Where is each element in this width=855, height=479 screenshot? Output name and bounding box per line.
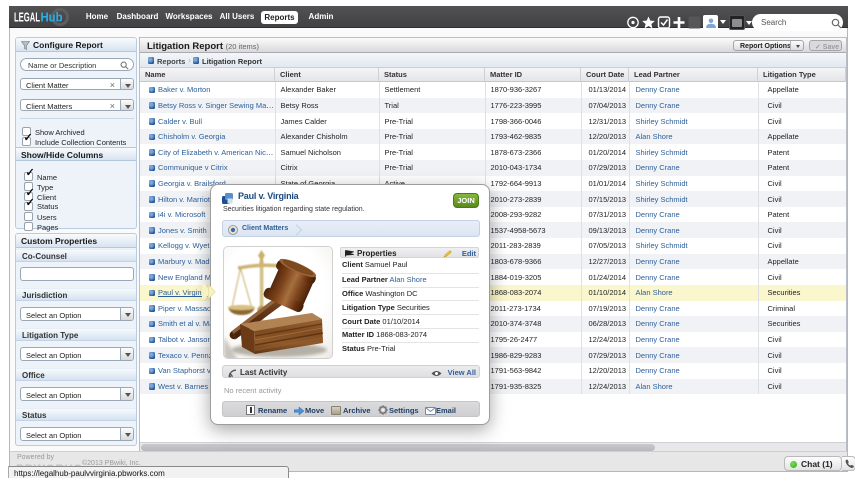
svg-text:LEGAL: LEGAL [14,11,40,25]
svg-text:Hub: Hub [41,11,63,25]
